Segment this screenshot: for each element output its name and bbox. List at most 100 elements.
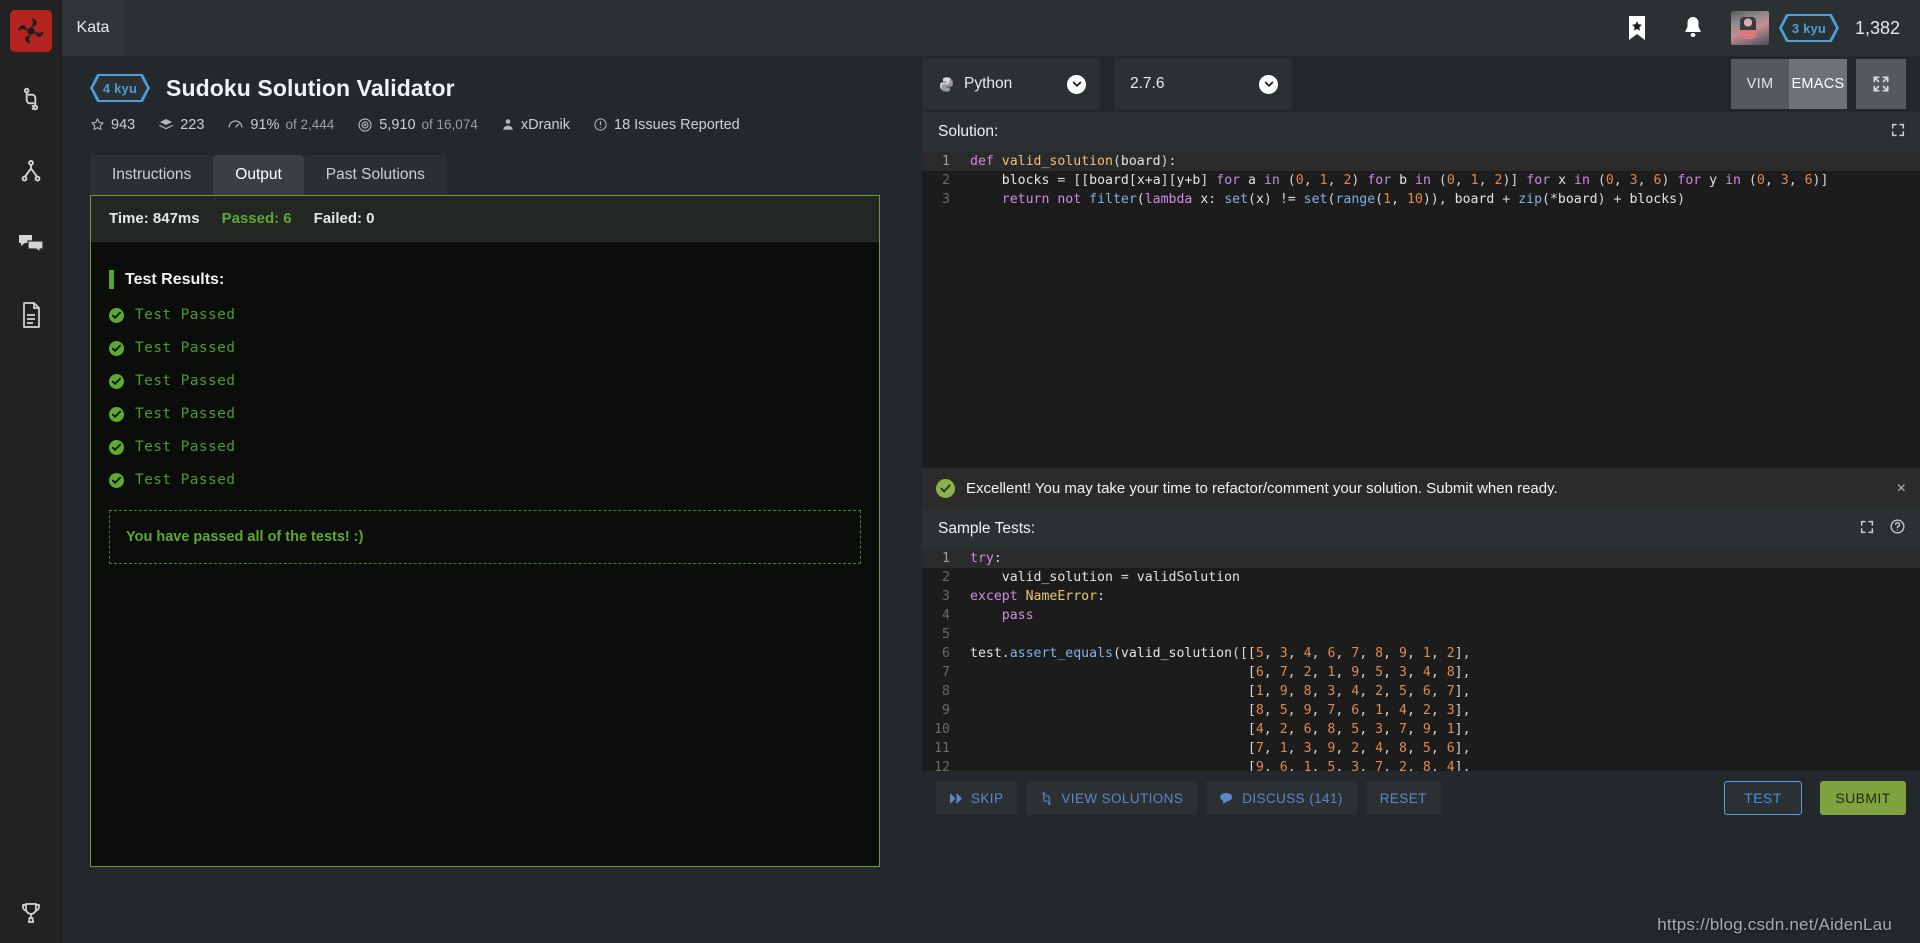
view-solutions-button[interactable]: VIEW SOLUTIONS <box>1026 781 1198 815</box>
main-area: 4 kyu Sudoku Solution Validator 943 223 … <box>62 56 1920 943</box>
reset-label: RESET <box>1379 790 1427 806</box>
stat-author[interactable]: xDranik <box>501 117 570 133</box>
trophy-icon[interactable] <box>0 883 62 943</box>
test-results-heading-label: Test Results: <box>125 270 225 288</box>
success-notice-message: Excellent! You may take your time to ref… <box>966 480 1558 497</box>
keymap-vim-button[interactable]: VIM <box>1731 59 1789 109</box>
bookmark-icon[interactable] <box>1609 15 1665 41</box>
help-icon[interactable] <box>1889 518 1906 540</box>
chevron-down-icon <box>1259 74 1278 94</box>
test-case-row: Test Passed <box>109 406 861 422</box>
star-icon <box>91 118 104 130</box>
code-line-text: def valid_solution(board): <box>970 154 1177 169</box>
keymap-emacs-button[interactable]: EMACS <box>1789 59 1847 109</box>
topbar-right: 3 kyu 1,382 <box>1609 0 1920 56</box>
line-number: 3 <box>942 589 950 604</box>
user-icon <box>503 119 513 130</box>
code-line-text: [7, 1, 3, 9, 2, 4, 8, 5, 6], <box>1247 741 1471 756</box>
expand-icon[interactable] <box>1859 519 1875 540</box>
language-select[interactable]: Python <box>922 59 1100 109</box>
gauge-icon <box>228 120 243 128</box>
expand-icon[interactable] <box>1856 59 1906 109</box>
check-circle-icon <box>109 472 124 488</box>
line-number: 8 <box>942 684 950 699</box>
reset-button[interactable]: RESET <box>1365 781 1441 815</box>
nav-kata[interactable]: Kata <box>62 0 124 56</box>
test-case-row: Test Passed <box>109 373 861 389</box>
language-bar: Python 2.7.6 VIM EMACS <box>922 56 1920 112</box>
line-number: 7 <box>942 665 950 680</box>
fork-icon[interactable] <box>0 146 62 196</box>
tab-past-solutions-label: Past Solutions <box>325 166 425 183</box>
stat-stars-value: 943 <box>111 116 136 133</box>
user-rank-label: 3 kyu <box>1791 20 1827 36</box>
keymap-vim-label: VIM <box>1746 76 1774 92</box>
skip-button[interactable]: SKIP <box>936 781 1018 815</box>
code-line: 6 test.assert_equals(valid_solution([[5,… <box>922 644 1920 663</box>
tab-past-solutions[interactable]: Past Solutions <box>303 155 447 195</box>
discuss-button[interactable]: DISCUSS (141) <box>1206 781 1357 815</box>
kata-header: 4 kyu Sudoku Solution Validator 943 223 … <box>62 56 922 133</box>
test-results-heading: Test Results: <box>109 270 861 289</box>
success-notice: Excellent! You may take your time to ref… <box>922 467 1920 509</box>
document-icon[interactable] <box>0 290 62 340</box>
line-number: 4 <box>942 608 950 623</box>
tab-instructions-label: Instructions <box>112 166 192 183</box>
python-icon <box>940 76 953 92</box>
test-case-row: Test Passed <box>109 340 861 356</box>
test-button[interactable]: TEST <box>1724 781 1802 815</box>
check-circle-icon <box>109 307 124 323</box>
solution-code-editor[interactable]: 1 def valid_solution(board): 2 blocks = … <box>922 152 1920 467</box>
test-case-label: Test Passed <box>135 406 236 422</box>
test-case-row: Test Passed <box>109 472 861 488</box>
tab-instructions[interactable]: Instructions <box>90 155 214 195</box>
solution-heading: Solution: <box>938 123 999 140</box>
all-tests-passed-box: You have passed all of the tests! :) <box>109 510 861 564</box>
line-number: 5 <box>942 627 950 642</box>
line-number: 2 <box>942 570 950 585</box>
codewars-logo[interactable] <box>9 10 52 52</box>
stat-author-value: xDranik <box>520 116 570 133</box>
code-line: 10 [4, 2, 6, 8, 5, 3, 7, 9, 1], <box>922 720 1920 739</box>
left-rail <box>0 0 62 943</box>
refresh-icon[interactable] <box>0 74 62 124</box>
language-select-value: Python <box>964 75 1013 92</box>
code-line: 3 return not filter(lambda x: set(x) != … <box>922 190 1920 209</box>
skip-icon <box>950 792 962 804</box>
page-title: Sudoku Solution Validator <box>166 74 455 101</box>
code-line: 8 [1, 9, 8, 3, 4, 2, 5, 6, 7], <box>922 682 1920 701</box>
stat-issues[interactable]: 18 Issues Reported <box>593 117 740 133</box>
all-tests-passed-label: You have passed all of the tests! :) <box>126 529 364 545</box>
close-icon[interactable]: × <box>1897 480 1906 498</box>
stat-satisfaction-sub: of 2,444 <box>285 117 335 132</box>
version-select[interactable]: 2.7.6 <box>1114 59 1292 109</box>
user-rank-badge[interactable]: 3 kyu <box>1778 14 1839 42</box>
layers-icon <box>158 118 174 129</box>
expand-icon[interactable] <box>1890 122 1906 143</box>
stat-collections-value: 223 <box>180 116 205 133</box>
check-circle-icon <box>109 439 124 455</box>
bell-icon[interactable] <box>1665 15 1721 41</box>
stat-issues-value: 18 Issues Reported <box>614 116 740 133</box>
nav-kata-label: Kata <box>76 19 110 36</box>
code-line: 3 except NameError: <box>922 587 1920 606</box>
code-line-text: [6, 7, 2, 1, 9, 5, 3, 4, 8], <box>1247 665 1471 680</box>
stat-completions: 5,910 of 16,074 <box>357 117 478 133</box>
code-line: 4 pass <box>922 606 1920 625</box>
stat-collections: 223 <box>158 117 204 133</box>
avatar[interactable] <box>1730 11 1769 45</box>
code-line-text: return not filter(lambda x: set(x) != se… <box>1001 192 1686 207</box>
tab-output[interactable]: Output <box>213 155 304 195</box>
line-number: 9 <box>942 703 950 718</box>
submit-button[interactable]: SUBMIT <box>1820 781 1906 815</box>
test-case-row: Test Passed <box>109 307 861 323</box>
line-number: 3 <box>942 192 950 207</box>
line-number: 2 <box>942 173 950 188</box>
sample-tests-code-editor[interactable]: 1 try: 2 valid_solution = validSolution … <box>922 549 1920 771</box>
sample-tests-heading: Sample Tests: <box>938 520 1036 537</box>
test-case-row: Test Passed <box>109 439 861 455</box>
chat-icon[interactable] <box>0 218 62 268</box>
line-number: 1 <box>942 154 950 169</box>
stat-satisfaction-value: 91% <box>250 116 280 133</box>
code-line: 5 <box>922 625 1920 644</box>
